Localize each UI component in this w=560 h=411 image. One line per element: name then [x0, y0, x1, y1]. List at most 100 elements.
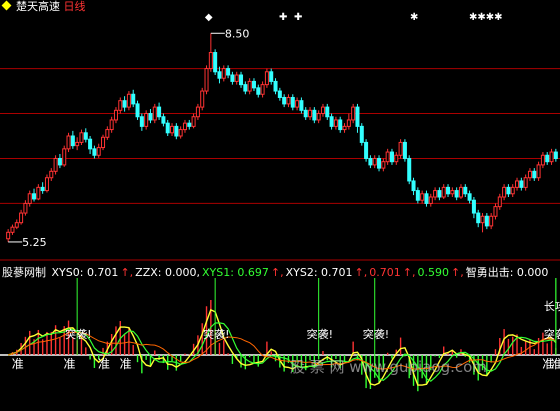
- stock-name: 楚天高速: [16, 0, 60, 13]
- candle-body: [467, 193, 472, 201]
- candle-body: [506, 186, 511, 195]
- candle-body: [44, 177, 49, 192]
- candle-body: [105, 129, 110, 138]
- candle-body: [519, 180, 524, 188]
- candle-body: [79, 132, 84, 143]
- signal-label: 突袭!: [544, 327, 560, 341]
- candle-body: [131, 93, 136, 105]
- watermark: 股 票 网 www.gupiaog.com: [290, 358, 487, 376]
- candle-body: [364, 141, 369, 159]
- candle-body: [446, 186, 451, 195]
- candle-body: [290, 96, 295, 108]
- candle-body: [109, 119, 114, 131]
- candle-body: [165, 122, 170, 134]
- candle-body: [277, 90, 282, 98]
- candle-body: [234, 74, 239, 82]
- candle-body: [221, 68, 226, 79]
- chart-area[interactable]: 8.505.25◆✚✚✱✱✱✱✱突袭!突袭!突袭!突袭!突袭!长攻!准准准准准准: [0, 0, 560, 407]
- candle-body: [88, 138, 93, 150]
- candle-body: [19, 212, 24, 224]
- candle-body: [312, 109, 317, 121]
- buy-label: 准: [120, 357, 132, 371]
- candle-body: [480, 215, 485, 224]
- candle-body: [273, 80, 278, 92]
- candle-body: [269, 71, 274, 82]
- candle-body: [208, 52, 213, 70]
- candle-body: [226, 68, 231, 76]
- indicator-item: ZZX: 0.000,: [135, 266, 200, 279]
- candle-body: [355, 106, 360, 127]
- high-price-label: 8.50: [225, 27, 250, 40]
- candle-body: [454, 190, 459, 198]
- indicator-values: XYS0: 0.701 ↑, ZZX: 0.000, XYS1: 0.697 ↑, XYS…: [52, 266, 551, 279]
- candle-body: [540, 154, 545, 166]
- buy-label: 准: [551, 357, 560, 371]
- star-marker: ✚: [279, 12, 287, 23]
- candle-body: [10, 226, 15, 233]
- up-arrow-icon: ↑,: [270, 266, 284, 279]
- candle-body: [428, 196, 433, 204]
- candle-body: [178, 129, 183, 137]
- candle-body: [92, 148, 97, 156]
- candle-body: [57, 157, 62, 166]
- candle-body: [36, 186, 41, 200]
- candle-body: [204, 68, 209, 92]
- candle-body: [463, 186, 468, 195]
- candle-body: [489, 215, 494, 227]
- candle-body: [49, 170, 54, 179]
- buy-label: 准: [98, 357, 110, 371]
- candle-body: [545, 154, 550, 163]
- candle-body: [351, 106, 356, 121]
- indicator-item: XYS0: 0.701: [51, 266, 119, 279]
- candle-body: [139, 116, 144, 127]
- candle-body: [182, 122, 187, 131]
- candle-body: [75, 141, 80, 147]
- candle-body: [329, 116, 334, 127]
- candle-body: [407, 157, 412, 182]
- candle-body: [96, 147, 101, 156]
- candle-body: [230, 74, 235, 82]
- candle-body: [346, 119, 351, 127]
- candle-body: [170, 125, 175, 134]
- chart-title: 楚天高速 日线: [16, 0, 86, 13]
- candle-body: [394, 154, 399, 163]
- candle-body: [247, 80, 252, 92]
- candle-body: [101, 136, 106, 149]
- candle-body: [53, 157, 58, 172]
- candle-body: [515, 180, 520, 188]
- candle-body: [260, 84, 265, 95]
- candle-body: [532, 170, 537, 179]
- candle-body: [308, 109, 313, 118]
- candle-body: [510, 186, 515, 195]
- indicator-item: 智勇出击: 0.000: [465, 266, 549, 279]
- candlestick-chart[interactable]: 8.505.25◆✚✚✱✱✱✱✱突袭!突袭!突袭!突袭!突袭!长攻!准准准准准准: [0, 0, 560, 407]
- buy-label: 准: [12, 357, 24, 371]
- star-marker: ✱✱✱✱: [469, 12, 503, 23]
- candle-body: [161, 116, 166, 124]
- candle-body: [6, 231, 11, 240]
- candle-body: [157, 106, 162, 118]
- candle-body: [493, 206, 498, 217]
- buy-label: 准: [64, 357, 76, 371]
- candle-body: [126, 93, 131, 108]
- candle-body: [286, 96, 291, 105]
- candle-body: [191, 116, 196, 127]
- candle-body: [476, 212, 481, 224]
- candle-body: [316, 113, 321, 121]
- candle-body: [70, 135, 75, 147]
- candle-body: [450, 190, 455, 195]
- indicator-item: 0.590: [417, 266, 449, 279]
- candle-body: [243, 84, 248, 92]
- candle-body: [187, 122, 192, 127]
- candle-body: [402, 141, 407, 159]
- candle-body: [420, 193, 425, 201]
- candle-body: [299, 100, 304, 111]
- star-marker: ✚: [294, 12, 302, 23]
- candle-body: [433, 190, 438, 198]
- candle-body: [32, 193, 37, 200]
- candle-body: [135, 103, 140, 118]
- indicator-item: 0.701: [369, 266, 401, 279]
- candle-body: [411, 180, 416, 192]
- candle-body: [359, 125, 364, 143]
- candle-body: [144, 113, 149, 127]
